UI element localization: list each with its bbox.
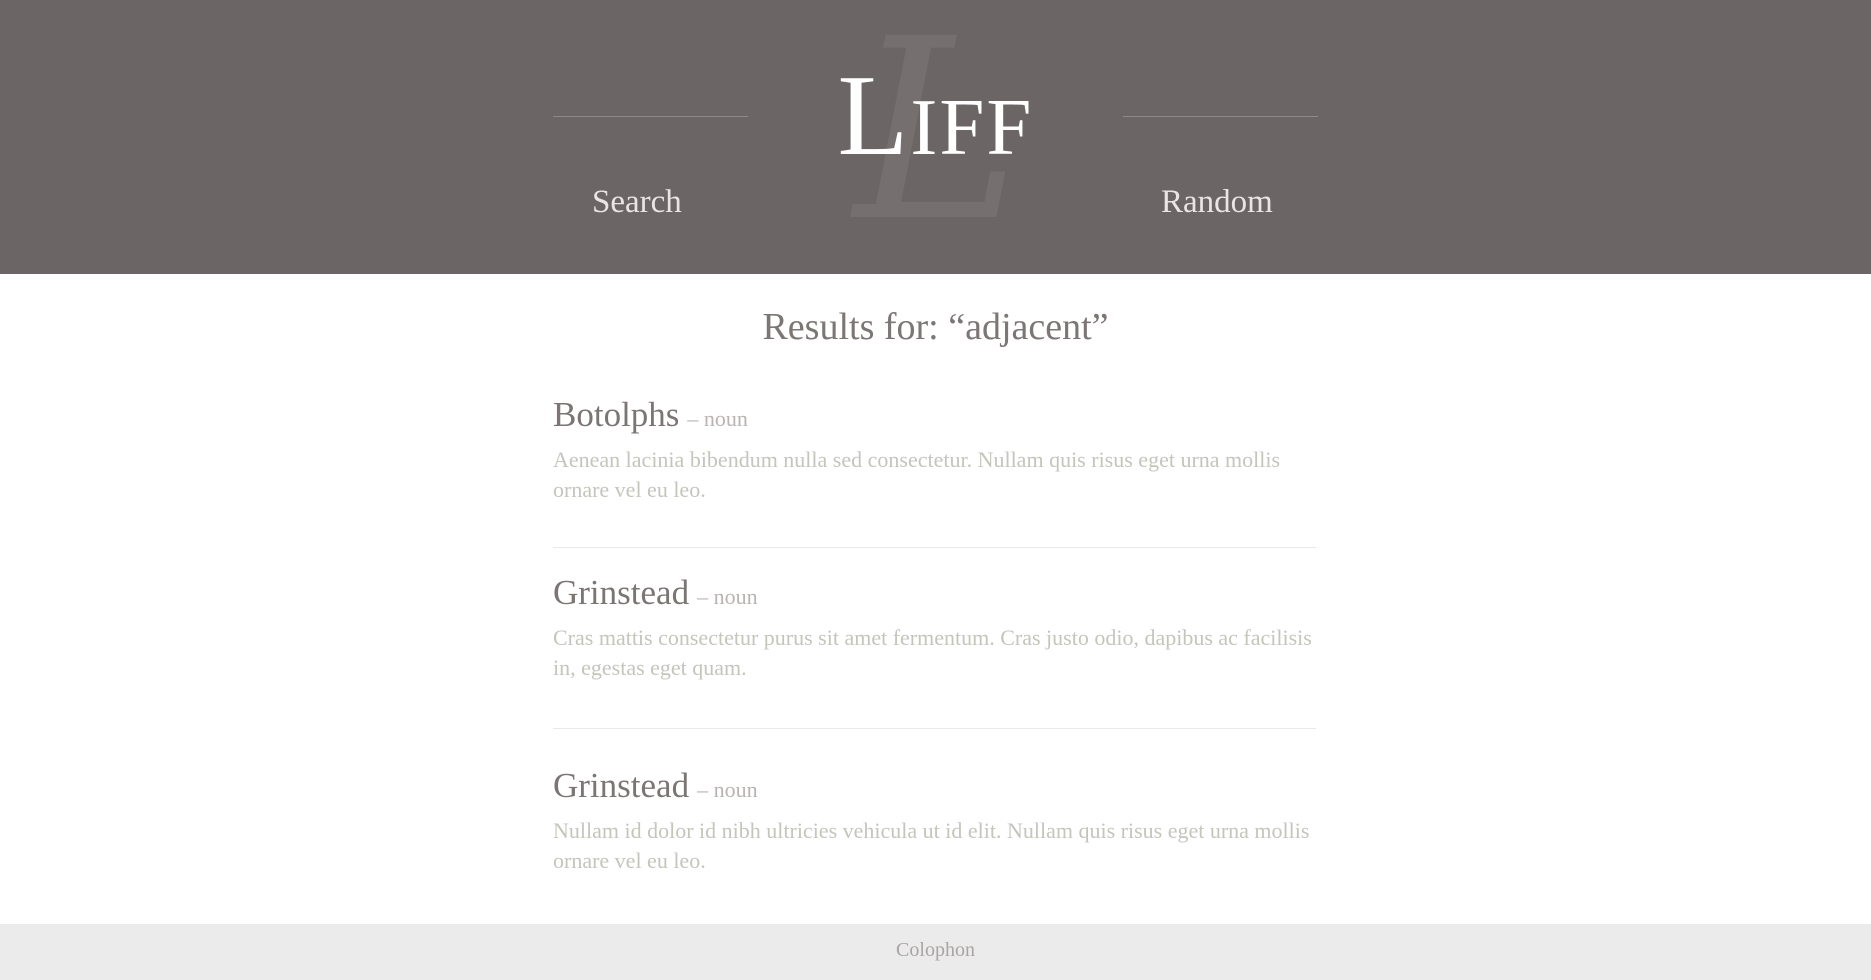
entry-headline: Grinstead – noun [553,571,758,619]
colophon-link[interactable]: Colophon [0,936,1871,964]
entry-part-of-speech: – noun [697,777,758,802]
entry-part-of-speech: – noun [697,584,758,609]
nav-search-link[interactable]: Search [592,182,682,222]
entry-word-link[interactable]: Botolphs [553,395,679,434]
entry-headline: Grinstead – noun [553,764,758,812]
entry-word-link[interactable]: Grinstead [553,573,689,612]
entry-definition: Nullam id dolor id nibh ultricies vehicu… [553,818,1310,873]
entry-definition: Cras mattis consectetur purus sit amet f… [553,625,1312,680]
entry-part-of-speech: – noun [687,406,748,431]
entry-definition: Aenean lacinia bibendum nulla sed consec… [553,447,1281,502]
nav-random-link[interactable]: Random [1161,182,1273,222]
site-logo[interactable]: Liff [0,54,1871,178]
entry-headline: Botolphs – noun [553,393,748,441]
results-heading: Results for: “adjacent” [762,306,1109,348]
entry-word-link[interactable]: Grinstead [553,766,689,805]
entry-divider [553,547,1316,548]
site-header: L Liff Search Random [0,0,1871,274]
entry-divider [553,728,1316,729]
site-footer: Colophon [0,924,1871,980]
